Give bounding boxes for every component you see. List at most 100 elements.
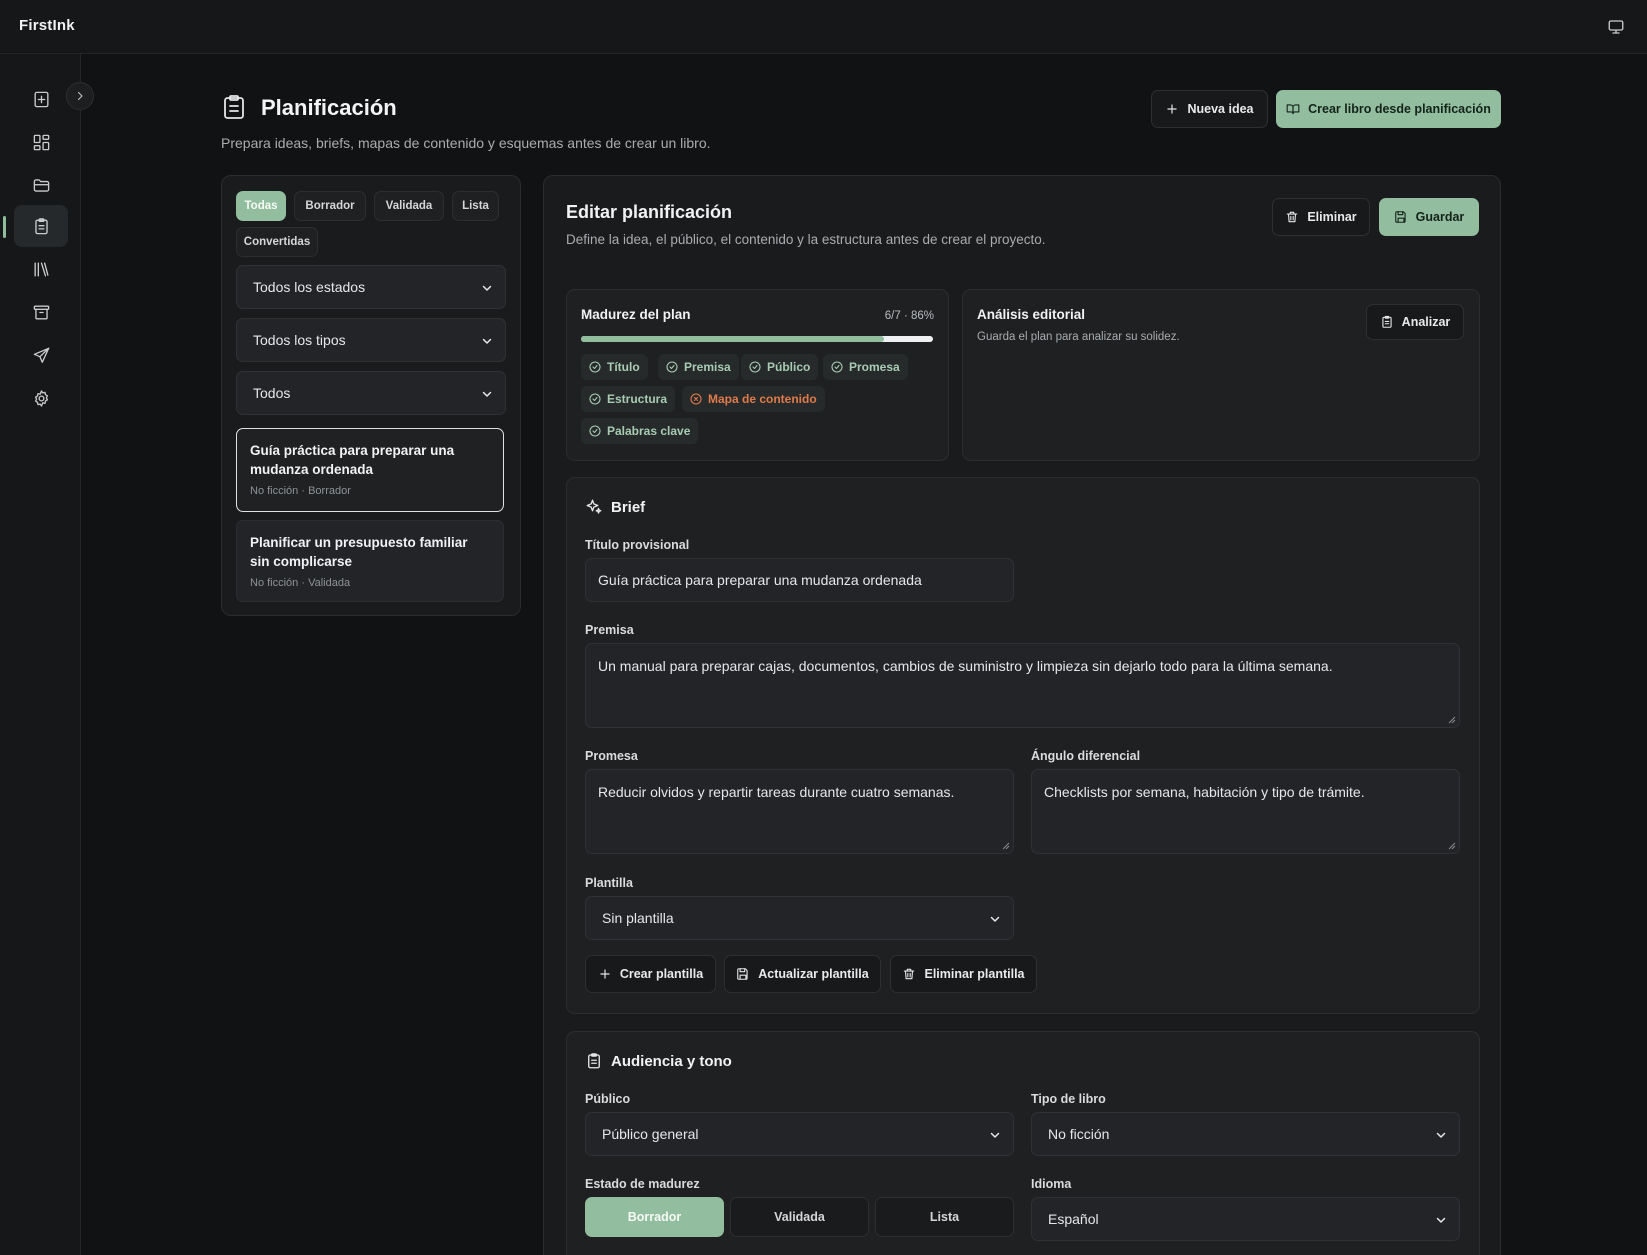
check-circle-icon <box>589 393 601 405</box>
check-label: Público <box>767 360 811 374</box>
check-promise: Promesa <box>823 354 908 380</box>
audience-title: Audiencia y tono <box>611 1053 732 1070</box>
create-book-label: Crear libro desde planificación <box>1308 102 1491 116</box>
status-select[interactable]: Todos los estados <box>236 265 506 309</box>
promise-label: Promesa <box>585 749 638 763</box>
premise-label: Premisa <box>585 623 634 637</box>
trash-icon <box>1287 211 1298 223</box>
page-subtitle: Prepara ideas, briefs, mapas de contenid… <box>221 135 711 151</box>
sidebar-item-planning[interactable] <box>14 205 68 247</box>
update-template-label: Actualizar plantilla <box>758 967 869 981</box>
premise-textarea[interactable]: Un manual para preparar cajas, documento… <box>585 643 1460 728</box>
sidebar-item-settings[interactable] <box>14 377 68 419</box>
status-select-value: Todos los estados <box>253 279 366 295</box>
maturity-state-label: Estado de madurez <box>585 1177 700 1191</box>
save-button[interactable]: Guardar <box>1379 198 1479 236</box>
gear-icon <box>34 389 48 407</box>
file-plus-icon <box>33 91 49 107</box>
analyze-button[interactable]: Analizar <box>1366 304 1464 340</box>
check-structure: Estructura <box>581 386 676 412</box>
premise-value: Un manual para preparar cajas, documento… <box>598 658 1333 674</box>
analysis-card: Análisis editorial Guarda el plan para a… <box>962 289 1480 461</box>
chevron-down-icon <box>990 1132 1000 1138</box>
plans-list-panel: Todas Borrador Validada Lista Convertida… <box>221 175 521 616</box>
public-select[interactable]: Público general <box>585 1112 1014 1156</box>
plan-card[interactable]: Planificar un presupuesto familiar sin c… <box>236 520 504 602</box>
send-icon <box>33 347 49 363</box>
x-circle-icon <box>690 393 702 405</box>
sidebar-item-projects[interactable] <box>14 164 68 206</box>
open-book-icon <box>1286 104 1300 115</box>
maturity-title: Madurez del plan <box>581 307 691 322</box>
new-idea-button[interactable]: Nueva idea <box>1151 90 1268 128</box>
working-title-input[interactable]: Guía práctica para preparar una mudanza … <box>585 558 1014 602</box>
delete-button[interactable]: Eliminar <box>1272 198 1370 236</box>
chevron-down-icon <box>1436 1132 1446 1138</box>
maturity-option-draft[interactable]: Borrador <box>585 1197 724 1237</box>
maturity-option-ready[interactable]: Lista <box>875 1197 1014 1237</box>
create-template-label: Crear plantilla <box>619 967 704 981</box>
create-template-button[interactable]: Crear plantilla <box>585 955 716 993</box>
check-title: Título <box>581 354 648 380</box>
expand-sidebar-button[interactable] <box>66 82 94 110</box>
clipboard-icon <box>588 1053 600 1069</box>
sparkles-icon <box>586 499 602 514</box>
sidebar-item-dashboard[interactable] <box>14 121 68 163</box>
delete-template-label: Eliminar plantilla <box>924 967 1025 981</box>
folder-icon <box>33 178 49 192</box>
filter-chip-draft[interactable]: Borrador <box>294 191 366 221</box>
book-type-select-value: No ficción <box>1048 1126 1110 1142</box>
monitor-icon[interactable] <box>1607 18 1625 36</box>
maturity-option-validated[interactable]: Validada <box>730 1197 869 1237</box>
archive-icon <box>33 304 49 320</box>
language-label: Idioma <box>1031 1177 1072 1191</box>
working-title-label: Título provisional <box>585 538 690 552</box>
resize-grip-icon[interactable] <box>1448 716 1456 724</box>
delete-template-button[interactable]: Eliminar plantilla <box>890 955 1037 993</box>
editor-subtitle: Define la idea, el público, el contenido… <box>566 232 1046 247</box>
plus-icon <box>1167 104 1178 114</box>
template-select[interactable]: Sin plantilla <box>585 896 1014 940</box>
editor-title: Editar planificación <box>566 202 733 222</box>
check-circle-icon <box>749 361 761 373</box>
sidebar-item-new-book[interactable] <box>14 78 68 120</box>
sidebar-item-publish[interactable] <box>14 334 68 376</box>
resize-grip-icon[interactable] <box>1002 842 1010 850</box>
promise-textarea[interactable]: Reducir olvidos y repartir tareas durant… <box>585 769 1014 854</box>
check-label: Premisa <box>684 360 731 374</box>
plan-editor-panel: Editar planificación Define la idea, el … <box>543 175 1501 1255</box>
filter-chip-all[interactable]: Todas <box>236 191 286 221</box>
chevron-down-icon <box>482 338 492 344</box>
maturity-progress-bar <box>581 336 933 342</box>
language-select[interactable]: Español <box>1031 1197 1460 1241</box>
filter-chip-validated[interactable]: Validada <box>374 191 444 221</box>
sidebar-item-archive[interactable] <box>14 291 68 333</box>
angle-textarea[interactable]: Checklists por semana, habitación y tipo… <box>1031 769 1460 854</box>
save-icon <box>737 968 748 980</box>
top-bar: FirstInk <box>0 0 1647 54</box>
other-select[interactable]: Todos <box>236 371 506 415</box>
template-select-value: Sin plantilla <box>602 910 674 926</box>
analysis-title: Análisis editorial <box>977 307 1086 322</box>
check-premise: Premisa <box>658 354 739 380</box>
check-content-map: Mapa de contenido <box>682 386 825 412</box>
update-template-button[interactable]: Actualizar plantilla <box>724 955 881 993</box>
book-type-select[interactable]: No ficción <box>1031 1112 1460 1156</box>
create-book-button[interactable]: Crear libro desde planificación <box>1276 90 1501 128</box>
other-select-value: Todos <box>253 385 291 401</box>
plan-card[interactable]: Guía práctica para preparar una mudanza … <box>236 428 504 512</box>
check-circle-icon <box>589 425 601 437</box>
resize-grip-icon[interactable] <box>1448 842 1456 850</box>
analyze-label: Analizar <box>1401 315 1451 329</box>
new-idea-label: Nueva idea <box>1187 102 1254 116</box>
type-select[interactable]: Todos los tipos <box>236 318 506 362</box>
book-type-label: Tipo de libro <box>1031 1092 1106 1106</box>
filter-chip-ready[interactable]: Lista <box>452 191 499 221</box>
brand-logo: FirstInk <box>19 17 75 34</box>
chevron-right-icon <box>77 91 83 101</box>
chevron-down-icon <box>482 391 492 397</box>
sidebar-item-library[interactable] <box>14 248 68 290</box>
language-select-value: Español <box>1048 1211 1099 1227</box>
check-label: Mapa de contenido <box>708 392 817 406</box>
filter-chip-converted[interactable]: Convertidas <box>236 227 318 257</box>
